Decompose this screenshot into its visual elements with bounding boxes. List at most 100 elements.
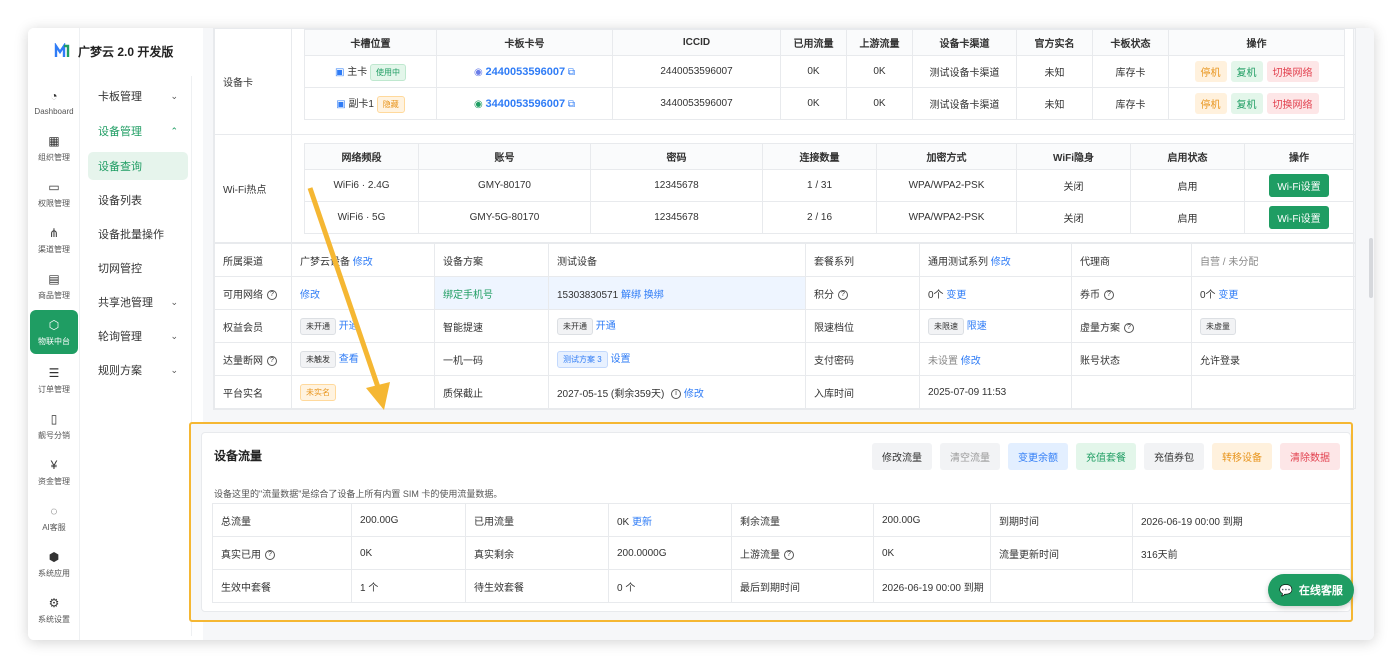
help-icon[interactable]: ? [1104, 289, 1114, 300]
switch-network-button[interactable]: 切换网络 [1266, 93, 1319, 114]
rail-item-order[interactable]: ☰ 订单管理 [30, 358, 78, 402]
transfer-device-button[interactable]: 转移设备 [1212, 443, 1272, 470]
field-label: 最后到期时间 [740, 582, 800, 594]
scrollbar[interactable] [1369, 238, 1373, 298]
field-value: 通用测试系列 [928, 256, 988, 268]
submenu-item[interactable]: 切网管控 [88, 254, 188, 282]
action-link[interactable]: 变更 [946, 290, 966, 301]
switch-network-button[interactable]: 切换网络 [1266, 61, 1319, 82]
enc-cell: WPA/WPA2-PSK [876, 201, 1017, 234]
submenu-item-label: 规则方案 [98, 365, 142, 377]
label-cell: 积分? [805, 276, 920, 310]
rail-item-label: 资金管理 [38, 476, 70, 486]
value-cell: 0 个 [608, 569, 732, 603]
realname-cell: 未知 [1016, 55, 1093, 88]
unbind-link[interactable]: 解绑 [621, 290, 641, 301]
rail-item-phone[interactable]: ▯ 靓号分销 [30, 404, 78, 448]
field-value: 0K [360, 547, 373, 559]
action-link[interactable]: 修改 [961, 356, 981, 367]
action-link[interactable]: 限速 [967, 321, 987, 332]
label-cell: 所属渠道 [214, 243, 292, 277]
action-link[interactable]: 变更 [1218, 290, 1238, 301]
edit-traffic-button[interactable]: 修改流量 [872, 443, 932, 470]
column-header: 官方实名 [1016, 29, 1093, 56]
recharge-voucher-button[interactable]: 充值券包 [1144, 443, 1204, 470]
online-service-button[interactable]: 💬 在线客服 [1268, 574, 1354, 606]
clear-traffic-button[interactable]: 清空流量 [940, 443, 1000, 470]
clear-data-button[interactable]: 清除数据 [1280, 443, 1340, 470]
help-icon[interactable]: ? [784, 549, 794, 560]
submenu-item[interactable]: 设备管理 ⌃ [88, 117, 188, 145]
resume-button[interactable]: 复机 [1230, 61, 1263, 82]
copy-icon[interactable]: ⧉ [568, 99, 575, 110]
suspend-button[interactable]: 停机 [1194, 93, 1227, 114]
card-number-link[interactable]: 3440053596007 [486, 98, 566, 110]
action-link[interactable]: 修改 [300, 290, 320, 301]
submenu-item[interactable]: 设备批量操作 [88, 220, 188, 248]
submenu-item[interactable]: 设备列表 [88, 186, 188, 214]
field-label: 总流量 [221, 516, 251, 528]
submenu-item-label: 卡板管理 [98, 91, 142, 103]
submenu-item[interactable]: 卡板管理 ⌄ [88, 82, 188, 110]
field-label: 剩余流量 [740, 516, 780, 528]
help-icon[interactable]: ? [267, 289, 277, 300]
rail-item-settings[interactable]: ⚙ 系统设置 [30, 588, 78, 632]
recharge-plan-button[interactable]: 充值套餐 [1076, 443, 1136, 470]
money-icon: ¥ [50, 457, 58, 472]
rail-item-iot[interactable]: ⬡ 物联中台 [30, 310, 78, 354]
action-link[interactable]: 修改 [353, 257, 373, 268]
submenu-item[interactable]: 规则方案 ⌄ [88, 356, 188, 384]
rail-item-channel[interactable]: ⋔ 渠道管理 [30, 218, 78, 262]
label-cell: 达量断网? [214, 342, 292, 376]
rail-item-permission[interactable]: ▭ 权限管理 [30, 172, 78, 216]
wifi-settings-button[interactable]: Wi-Fi设置 [1269, 206, 1329, 229]
rebind-link[interactable]: 换绑 [644, 290, 664, 301]
action-link[interactable]: 修改 [684, 389, 704, 400]
wifi-settings-button[interactable]: Wi-Fi设置 [1269, 174, 1329, 197]
rail-item-money[interactable]: ¥ 资金管理 [30, 450, 78, 494]
help-icon[interactable]: ? [265, 549, 275, 560]
action-link[interactable]: 开通 [596, 321, 616, 332]
rail-item-ai[interactable]: ◌ AI客服 [30, 496, 78, 540]
help-icon[interactable]: ? [267, 355, 277, 366]
rail-item-dashboard[interactable]: ◔ Dashboard [30, 80, 78, 124]
submenu-item[interactable]: 设备查询 [88, 152, 188, 180]
label-cell: 一机一码 [434, 342, 549, 376]
band-cell: WiFi6 · 5G [304, 201, 419, 234]
device-info-table: 所属渠道 广梦云设备 修改 设备方案 测试设备 套餐系列 通用测试系列 修改 代理商 自营 /… [214, 243, 1356, 409]
label-cell: 权益会员 [214, 309, 292, 343]
app-window: 广梦云 2.0 开发版 ◔ Dashboard ▦ 组织管理 ▭ 权限管理 ⋔ 渠道管理 ▤ 商品… [28, 28, 1374, 640]
rail-item-goods[interactable]: ▤ 商品管理 [30, 264, 78, 308]
chevron-icon: ⌄ [170, 296, 178, 307]
resume-button[interactable]: 复机 [1230, 93, 1263, 114]
submenu-item[interactable]: 共享池管理 ⌄ [88, 288, 188, 316]
action-link[interactable]: 查看 [339, 354, 359, 365]
chat-icon: 💬 [1279, 584, 1293, 597]
device-card-table: 卡槽位置 卡板卡号 ICCID 已用流量 上游流量 设备卡渠道 官方实名 卡板状态 操作 ▣ 主… [304, 29, 1345, 120]
action-link[interactable]: 开通 [339, 321, 359, 332]
action-link[interactable]: 设置 [610, 354, 630, 365]
rail-item-org[interactable]: ▦ 组织管理 [30, 126, 78, 170]
help-icon[interactable]: ? [1124, 322, 1134, 333]
value-cell: 2026-06-19 00:00 到期 [873, 569, 991, 603]
action-link[interactable]: 修改 [991, 257, 1011, 268]
field-value: 200.00G [882, 514, 921, 526]
device-traffic-section: 设备流量 修改流量 清空流量 变更余额 充值套餐 充值券包 转移设备 清除数据 设备这里的"… [189, 422, 1353, 622]
device-detail-panel: 设备卡 卡槽位置 卡板卡号 ICCID 已用流量 上游流量 设备卡渠道 官方实名 卡板状态 操作… [213, 28, 1356, 410]
copy-icon[interactable]: ⧉ [568, 67, 575, 78]
rail-item-app[interactable]: ⬢ 系统应用 [30, 542, 78, 586]
info-row: 所属渠道 广梦云设备 修改 设备方案 测试设备 套餐系列 通用测试系列 修改 代理商 自营 /… [214, 243, 1356, 277]
info-icon[interactable]: i [671, 388, 682, 399]
help-icon[interactable]: ? [838, 289, 848, 300]
traffic-title: 设备流量 [214, 449, 263, 463]
change-balance-button[interactable]: 变更余额 [1008, 443, 1068, 470]
submenu-item[interactable]: 轮询管理 ⌄ [88, 322, 188, 350]
table-row: ▣ 副卡1 隐藏 ◉ 3440053596007 ⧉ 3440053596007 0K… [304, 87, 1345, 120]
column-header: 操作 [1244, 143, 1354, 170]
field-label: 一机一码 [443, 355, 483, 367]
card-number-link[interactable]: 2440053596007 [486, 66, 566, 78]
operator-icon: ◉ [474, 98, 483, 110]
refresh-link[interactable]: 更新 [632, 517, 652, 528]
slot-tag: 隐藏 [376, 95, 405, 113]
suspend-button[interactable]: 停机 [1194, 61, 1227, 82]
